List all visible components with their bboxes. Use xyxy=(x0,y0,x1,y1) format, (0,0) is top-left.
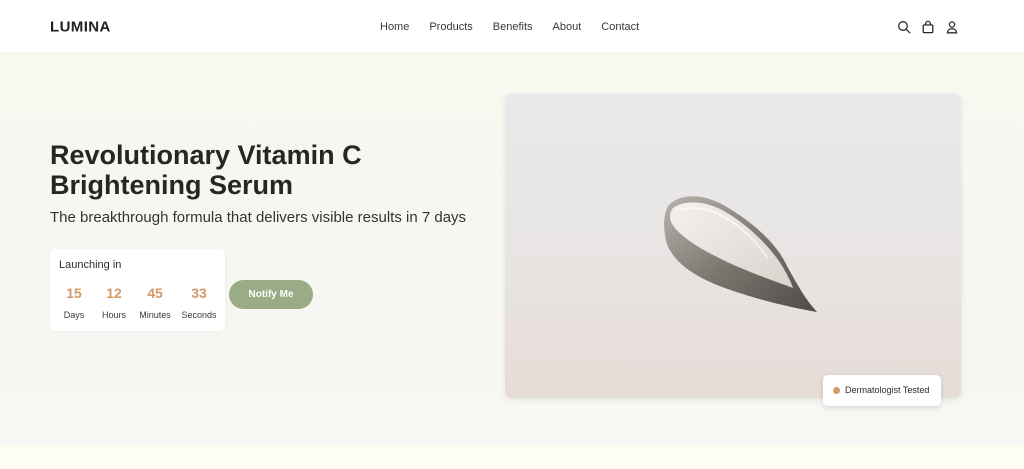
landing-page: LUMINA Home Products Benefits About Cont… xyxy=(0,0,1024,469)
countdown-hours-label: Hours xyxy=(101,310,126,320)
launch-countdown: Launching in 15 Days 12 Hours 45 Minutes… xyxy=(50,249,225,331)
badge-dot-icon xyxy=(833,387,840,394)
main-nav: Home Products Benefits About Contact xyxy=(380,21,639,33)
countdown-seconds-label: Seconds xyxy=(181,310,217,320)
nav-link-products[interactable]: Products xyxy=(429,21,472,33)
countdown-days-label: Days xyxy=(63,310,85,320)
hero-subheadline: The breakthrough formula that delivers v… xyxy=(50,209,467,226)
countdown-title: Launching in xyxy=(59,259,122,271)
brand-logo[interactable]: LUMINA xyxy=(50,19,111,36)
next-section-edge xyxy=(0,445,1024,469)
user-icon[interactable] xyxy=(945,20,959,34)
search-icon[interactable] xyxy=(897,20,911,34)
serum-swatch-illustration xyxy=(664,196,817,312)
nav-link-benefits[interactable]: Benefits xyxy=(493,21,533,33)
product-image xyxy=(505,94,961,398)
nav-link-about[interactable]: About xyxy=(553,21,582,33)
bag-icon[interactable] xyxy=(921,20,935,34)
countdown-minutes: 45 Minutes xyxy=(137,285,173,321)
site-header: LUMINA Home Products Benefits About Cont… xyxy=(0,0,1024,54)
nav-link-contact[interactable]: Contact xyxy=(601,21,639,33)
nav-link-home[interactable]: Home xyxy=(380,21,409,33)
header-actions xyxy=(897,20,959,34)
notify-me-button[interactable]: Notify Me xyxy=(229,280,313,309)
badge-label: Dermatologist Tested xyxy=(845,385,930,395)
countdown-minutes-label: Minutes xyxy=(139,310,171,320)
countdown-days-value: 15 xyxy=(66,285,82,301)
countdown-minutes-value: 45 xyxy=(147,285,163,301)
countdown-hours: 12 Hours xyxy=(98,285,130,321)
countdown-days: 15 Days xyxy=(60,285,88,321)
countdown-seconds-value: 33 xyxy=(191,285,207,301)
countdown-hours-value: 12 xyxy=(106,285,122,301)
countdown-seconds: 33 Seconds xyxy=(179,285,219,321)
hero-headline: Revolutionary Vitamin C Brightening Seru… xyxy=(50,140,362,200)
dermatologist-tested-badge: Dermatologist Tested xyxy=(823,375,941,406)
